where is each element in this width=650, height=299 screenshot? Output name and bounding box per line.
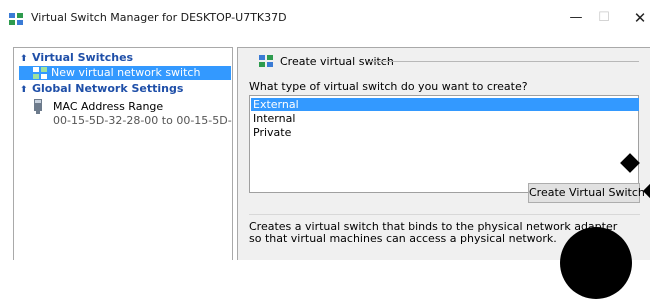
- separator: [249, 214, 640, 215]
- virtual-switches-header[interactable]: ⬆︎ Virtual Switches: [20, 51, 133, 65]
- nic-icon: [34, 99, 42, 114]
- minimize-button[interactable]: —: [568, 10, 584, 26]
- group-divider: [369, 61, 639, 62]
- black-circle-overlay: [560, 227, 632, 299]
- mac-address-range-value: 00-15-5D-32-28-00 to 00-15-5D-3...: [53, 114, 233, 127]
- network-switch-icon: [33, 67, 47, 79]
- switch-type-option-internal[interactable]: Internal: [251, 112, 639, 125]
- network-switch-icon: [259, 55, 273, 67]
- window-title: Virtual Switch Manager for DESKTOP-U7TK3…: [31, 11, 287, 24]
- close-button[interactable]: ✕: [632, 10, 648, 26]
- maximize-button[interactable]: ☐: [596, 10, 612, 26]
- mac-address-range-label: MAC Address Range: [53, 100, 164, 113]
- virtual-switches-label: Virtual Switches: [32, 51, 134, 64]
- navigation-pane: ⬆︎ Virtual Switches New virtual network s…: [13, 47, 233, 260]
- switch-type-listbox[interactable]: External Internal Private: [249, 95, 639, 193]
- collapse-chevron-icon[interactable]: ⬆︎: [20, 52, 32, 66]
- new-switch-label: New virtual network switch: [51, 66, 201, 79]
- new-virtual-network-switch-item[interactable]: New virtual network switch: [19, 66, 231, 80]
- mac-address-range-item[interactable]: MAC Address Range 00-15-5D-32-28-00 to 0…: [32, 99, 232, 129]
- network-switch-icon: [9, 13, 23, 25]
- switch-type-option-private[interactable]: Private: [251, 126, 639, 139]
- create-virtual-switch-button[interactable]: Create Virtual Switch: [528, 183, 645, 203]
- title-bar: Virtual Switch Manager for DESKTOP-U7TK3…: [0, 0, 650, 34]
- global-network-settings-header[interactable]: ⬆︎ Global Network Settings: [20, 82, 183, 96]
- collapse-chevron-icon[interactable]: ⬆︎: [20, 83, 32, 97]
- switch-type-question: What type of virtual switch do you want …: [249, 80, 528, 93]
- global-settings-label: Global Network Settings: [32, 82, 184, 95]
- switch-type-option-external[interactable]: External: [251, 98, 639, 111]
